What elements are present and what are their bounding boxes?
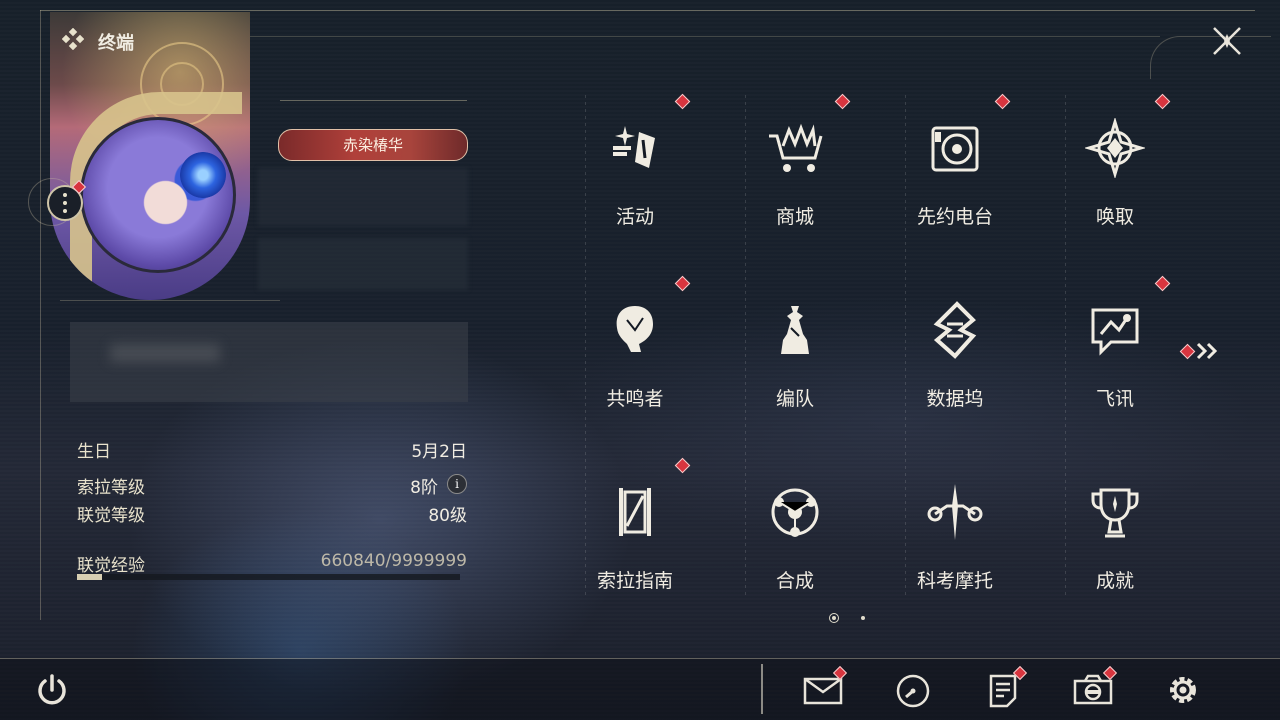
player-title-badge[interactable]: 赤染椿华 <box>278 129 468 161</box>
menu-item-achievement[interactable]: 成就 <box>1035 458 1195 608</box>
close-button[interactable] <box>1208 22 1246 60</box>
clock-icon <box>896 674 930 708</box>
union-exp-progress-bar <box>77 574 460 580</box>
avatar-card[interactable] <box>50 12 250 300</box>
union-exp-label: 联觉经验 <box>77 556 145 576</box>
notification-badge <box>834 93 851 110</box>
shop-cart-icon <box>769 123 823 172</box>
notification-badge <box>674 93 691 110</box>
activity-icon <box>613 126 655 168</box>
menu-item-label: 飞讯 <box>1095 388 1134 410</box>
clock-button[interactable] <box>893 670 933 710</box>
data-bank-icon <box>933 301 977 359</box>
page-title: 终端 <box>98 33 134 54</box>
divider <box>0 658 1280 659</box>
menu-item-label: 编队 <box>775 388 814 410</box>
power-button[interactable] <box>34 672 70 708</box>
toolbar-divider <box>761 664 763 714</box>
trophy-icon <box>1091 488 1139 538</box>
motorcycle-icon <box>927 484 983 540</box>
page-dot-1[interactable] <box>829 613 839 623</box>
more-dots-icon <box>63 191 67 215</box>
menu-item-label: 索拉指南 <box>596 570 673 592</box>
sola-level-value: 8阶 <box>410 478 438 498</box>
menu-item-messenger[interactable]: 飞讯 <box>1035 275 1195 426</box>
notification-badge <box>1179 343 1196 360</box>
next-page-button[interactable] <box>1179 340 1222 362</box>
divider <box>60 300 280 301</box>
info-icon[interactable]: i <box>447 474 467 494</box>
menu-item-label: 商城 <box>775 206 814 228</box>
menu-item-label: 科考摩托 <box>916 570 993 592</box>
frame-top-line <box>40 10 1255 11</box>
mail-button[interactable] <box>803 665 848 710</box>
menu-item-convene[interactable]: 唤取 <box>1035 93 1195 244</box>
menu-item-radio[interactable]: 先约电台 <box>875 93 1035 244</box>
camera-button[interactable] <box>1073 665 1118 710</box>
double-chevron-right-icon <box>1196 342 1218 360</box>
radio-icon <box>931 126 979 172</box>
terminal-diamond-icon <box>62 28 84 50</box>
redacted-id-area <box>258 238 468 290</box>
menu-item-motorcycle[interactable]: 科考摩托 <box>875 458 1035 608</box>
menu-item-activity[interactable]: 活动 <box>555 93 715 244</box>
union-exp-value: 660840/9999999 <box>320 551 467 571</box>
notification-badge <box>674 457 691 474</box>
birthday-label: 生日 <box>77 442 111 462</box>
resonator-icon <box>616 306 653 352</box>
menu-item-data-bank[interactable]: 数据坞 <box>875 276 1035 426</box>
sola-level-label: 索拉等级 <box>77 478 145 498</box>
divider <box>280 100 467 101</box>
convene-icon <box>1085 118 1145 178</box>
menu-item-label: 共鸣者 <box>606 388 664 410</box>
menu-item-label: 数据坞 <box>926 388 984 410</box>
notification-badge <box>994 93 1011 110</box>
settings-gear-icon <box>1170 677 1196 703</box>
menu-item-synthesis[interactable]: 合成 <box>715 458 875 608</box>
menu-item-label: 活动 <box>615 206 654 228</box>
page-dot-2[interactable] <box>861 616 865 620</box>
menu-item-team[interactable]: 编队 <box>715 276 875 426</box>
frame-inner-line <box>250 36 1160 37</box>
union-level-value: 80级 <box>428 506 467 526</box>
union-exp-progress-fill <box>77 574 103 580</box>
notification-badge <box>1154 93 1171 110</box>
frame-left-line <box>40 10 41 620</box>
menu-item-guide[interactable]: 索拉指南 <box>555 457 715 608</box>
messenger-icon <box>1091 308 1139 356</box>
menu-item-label: 唤取 <box>1095 206 1134 228</box>
menu-item-label: 先约电台 <box>916 206 993 228</box>
birthday-value: 5月2日 <box>411 442 467 462</box>
synthesis-icon <box>771 488 819 537</box>
redacted-name-area <box>258 168 468 226</box>
flower-decoration <box>180 152 226 198</box>
menu-item-label: 成就 <box>1095 570 1134 592</box>
redacted-signature-area[interactable] <box>70 322 468 402</box>
notification-badge <box>674 275 691 292</box>
notification-badge <box>1154 275 1171 292</box>
menu-item-shop[interactable]: 商城 <box>715 93 875 244</box>
settings-button[interactable] <box>1163 670 1203 710</box>
menu-item-resonator[interactable]: 共鸣者 <box>555 275 715 426</box>
union-level-label: 联觉等级 <box>77 506 145 526</box>
menu-item-label: 合成 <box>775 570 814 592</box>
notice-button[interactable] <box>983 665 1028 710</box>
team-chess-icon <box>781 306 809 354</box>
guide-book-icon <box>619 488 651 536</box>
